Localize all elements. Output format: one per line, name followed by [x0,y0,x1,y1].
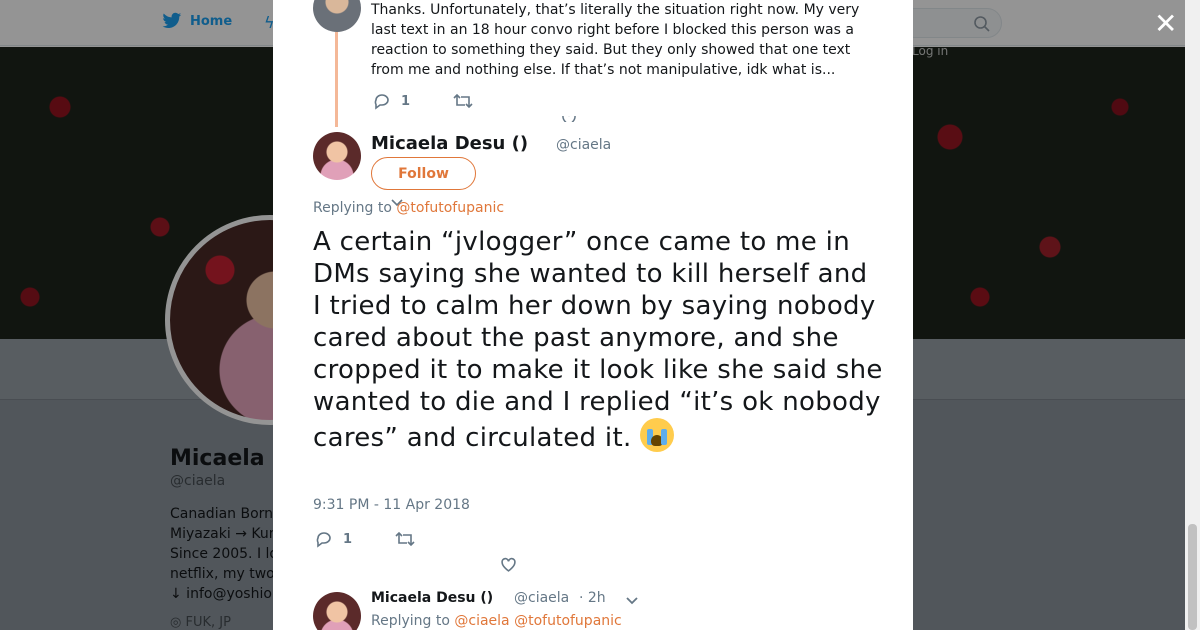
main-reply-count: 1 [343,531,353,547]
main-reply-button[interactable]: 1 [315,530,352,548]
retweet-icon [453,93,473,109]
prev-like-button[interactable] [561,116,577,122]
replying-to-link[interactable]: @ciaela [454,613,509,629]
replying-prefix: Replying to [371,613,450,629]
main-tweet-body: A certain “jvlogger” once came to me in … [313,227,883,453]
crying-face-icon [640,418,675,452]
prev-reply-button[interactable]: 1 [373,92,410,110]
reply-tweet-time[interactable]: · 2h [579,590,606,606]
reply-icon [374,94,389,110]
thread-line [335,32,338,127]
main-like-button[interactable] [500,556,517,573]
replying-to: Replying to @tofutofupanic [313,200,504,216]
replying-to-link[interactable]: @tofutofupanic [396,200,504,216]
heart-icon [562,116,576,122]
main-tweet-avatar[interactable] [313,132,361,180]
prev-tweet-avatar[interactable] [313,0,361,32]
retweet-icon [395,531,415,547]
close-icon[interactable]: ✕ [1154,10,1178,38]
chevron-down-icon[interactable] [625,591,639,610]
prev-retweet-button[interactable] [453,92,473,110]
replying-to-link[interactable]: @tofutofupanic [514,613,622,629]
reply-icon [316,532,331,548]
prev-tweet-text: Thanks. Unfortunately, that’s literally … [371,2,860,78]
replying-prefix: Replying to [313,200,392,216]
reply-tweet-handle[interactable]: @ciaela [514,590,569,606]
prev-reply-count: 1 [401,93,411,109]
main-tweet-timestamp[interactable]: 9:31 PM - 11 Apr 2018 [313,497,470,513]
heart-icon [501,557,516,572]
main-tweet-text: A certain “jvlogger” once came to me in … [313,226,883,454]
scrollbar-thumb[interactable] [1188,524,1197,630]
reply-tweet-name[interactable]: Micaela Desu () [371,590,493,606]
main-retweet-button[interactable] [395,530,415,548]
main-tweet-name[interactable]: Micaela Desu () [371,133,528,154]
reply-tweet-avatar[interactable] [313,592,361,630]
follow-button[interactable]: Follow [371,157,476,190]
tweet-modal: Thanks. Unfortunately, that’s literally … [273,0,913,630]
main-tweet-handle[interactable]: @ciaela [556,137,611,153]
reply-tweet-replying-to: Replying to @ciaela @tofutofupanic [371,613,622,629]
